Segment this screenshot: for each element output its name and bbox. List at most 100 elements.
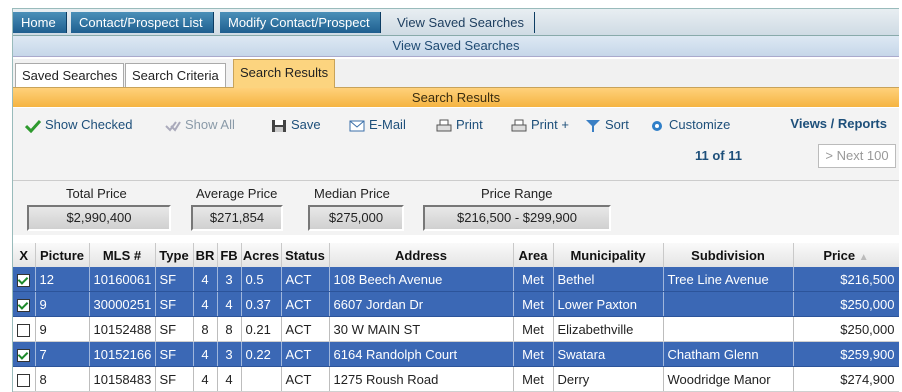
tab-search-criteria[interactable]: Search Criteria <box>125 63 226 87</box>
row-address: 6607 Jordan Dr <box>329 291 514 317</box>
row-type: SF <box>155 267 194 292</box>
table-row[interactable]: 9 10152488 SF 8 8 0.21 ACT 30 W MAIN ST Met Eliza… <box>13 316 899 342</box>
row-br: 8 <box>193 316 218 342</box>
table-row[interactable]: 9 30000251 SF 4 4 0.37 ACT 6607 Jordan Dr Met Low… <box>13 291 899 317</box>
show-all-button[interactable]: Show All <box>165 116 235 134</box>
email-button[interactable]: E-Mail <box>349 116 406 134</box>
row-municipality: Derry <box>553 366 664 392</box>
customize-button[interactable]: Customize <box>649 116 730 134</box>
row-checkbox[interactable] <box>17 348 31 362</box>
row-acres: 0.21 <box>241 316 282 342</box>
column-header-acres[interactable]: Acres <box>241 243 282 267</box>
save-button[interactable]: Save <box>271 116 321 134</box>
gear-icon <box>652 120 662 131</box>
tab-search-results[interactable]: Search Results <box>233 59 336 88</box>
row-br: 4 <box>193 366 218 392</box>
row-mls: 30000251 <box>89 291 156 317</box>
row-mls: 10158483 <box>89 366 156 392</box>
column-header-status[interactable]: Status <box>281 243 330 267</box>
average-price-label: Average Price <box>196 186 278 201</box>
next-page-button[interactable]: > Next 100 <box>818 144 896 168</box>
row-select-cell <box>13 341 36 367</box>
column-header-br[interactable]: BR <box>193 243 218 267</box>
price-header-label: Price <box>823 247 856 263</box>
results-toolbar: Show Checked Show All Save E-Mail Print … <box>13 108 899 180</box>
price-stats: Total Price $2,990,400 Average Price $27… <box>13 180 899 235</box>
column-header-mls[interactable]: MLS # <box>89 243 156 267</box>
price-range-label: Price Range <box>481 186 553 201</box>
column-header-type[interactable]: Type <box>155 243 194 267</box>
column-header-municipality[interactable]: Municipality <box>553 243 664 267</box>
customize-label: Customize <box>669 117 731 132</box>
column-header-select[interactable]: X <box>13 243 36 267</box>
checkmark-icon <box>25 119 41 133</box>
column-header-picture[interactable]: Picture <box>35 243 90 267</box>
row-address: 30 W MAIN ST <box>329 316 514 342</box>
column-header-area[interactable]: Area <box>513 243 554 267</box>
total-price-label: Total Price <box>66 186 127 201</box>
row-status: ACT <box>281 291 330 317</box>
sort-label: Sort <box>605 117 629 132</box>
row-mls: 10152488 <box>89 316 156 342</box>
show-checked-button[interactable]: Show Checked <box>25 116 132 134</box>
table-row[interactable]: 8 10158483 SF 4 4 ACT 1275 Roush Road Met Derry W… <box>13 366 899 392</box>
sort-ascending-icon: ▲ <box>858 251 869 263</box>
row-type: SF <box>155 341 194 367</box>
tab-saved-searches[interactable]: Saved Searches <box>15 63 125 87</box>
sort-funnel-icon <box>586 119 600 132</box>
row-fb: 8 <box>217 316 242 342</box>
row-fb: 4 <box>217 291 242 317</box>
results-table: X Picture MLS # Type BR FB Acres Status … <box>13 243 899 392</box>
row-select-cell <box>13 267 36 292</box>
total-price-value: $2,990,400 <box>27 205 171 231</box>
column-header-fb[interactable]: FB <box>217 243 242 267</box>
section-title: Search Results <box>13 88 899 107</box>
row-checkbox[interactable] <box>17 373 31 387</box>
row-checkbox[interactable] <box>17 323 31 337</box>
row-status: ACT <box>281 316 330 342</box>
show-all-label: Show All <box>185 117 235 132</box>
row-checkbox[interactable] <box>17 298 31 312</box>
table-header: X Picture MLS # Type BR FB Acres Status … <box>13 243 899 267</box>
print-label: Print <box>456 117 483 132</box>
views-reports-link[interactable]: Views / Reports <box>790 116 887 131</box>
row-address: 6164 Randolph Court <box>329 341 514 367</box>
median-price-label: Median Price <box>314 186 390 201</box>
breadcrumb-view-saved-searches: View Saved Searches <box>389 12 535 33</box>
row-subdivision: Woodridge Manor <box>663 366 794 392</box>
breadcrumb-modify-contact-prospect[interactable]: Modify Contact/Prospect <box>220 12 381 33</box>
row-acres: 0.37 <box>241 291 282 317</box>
printer-icon <box>436 119 452 132</box>
column-header-price[interactable]: Price ▲ <box>793 243 899 267</box>
row-municipality: Bethel <box>553 267 664 292</box>
column-header-subdivision[interactable]: Subdivision <box>663 243 794 267</box>
row-picture: 12 <box>35 267 90 292</box>
column-header-address[interactable]: Address <box>329 243 514 267</box>
breadcrumb-home[interactable]: Home <box>13 12 67 33</box>
row-status: ACT <box>281 341 330 367</box>
row-subdivision <box>663 291 794 317</box>
sort-button[interactable]: Sort <box>585 116 629 134</box>
row-status: ACT <box>281 366 330 392</box>
save-label: Save <box>291 117 321 132</box>
print-plus-label: Print + <box>531 117 569 132</box>
median-price-value: $275,000 <box>308 205 404 231</box>
show-checked-label: Show Checked <box>45 117 133 132</box>
row-checkbox[interactable] <box>17 273 31 287</box>
table-row[interactable]: 7 10152166 SF 4 3 0.22 ACT 6164 Randolph Court M… <box>13 341 899 367</box>
show-all-icon <box>165 120 181 132</box>
row-address: 108 Beech Avenue <box>329 267 514 292</box>
print-plus-button[interactable]: Print + <box>511 116 569 134</box>
row-area: Met <box>513 316 554 342</box>
print-button[interactable]: Print <box>436 116 483 134</box>
row-subdivision: Chatham Glenn <box>663 341 794 367</box>
table-row[interactable]: 12 10160061 SF 4 3 0.5 ACT 108 Beech Avenue Met B… <box>13 267 899 292</box>
breadcrumb-contact-prospect-list[interactable]: Contact/Prospect List <box>71 12 214 33</box>
row-area: Met <box>513 267 554 292</box>
row-select-cell <box>13 316 36 342</box>
page-subtitle: View Saved Searches <box>13 36 899 57</box>
row-municipality: Swatara <box>553 341 664 367</box>
row-status: ACT <box>281 267 330 292</box>
row-picture: 8 <box>35 366 90 392</box>
row-type: SF <box>155 366 194 392</box>
